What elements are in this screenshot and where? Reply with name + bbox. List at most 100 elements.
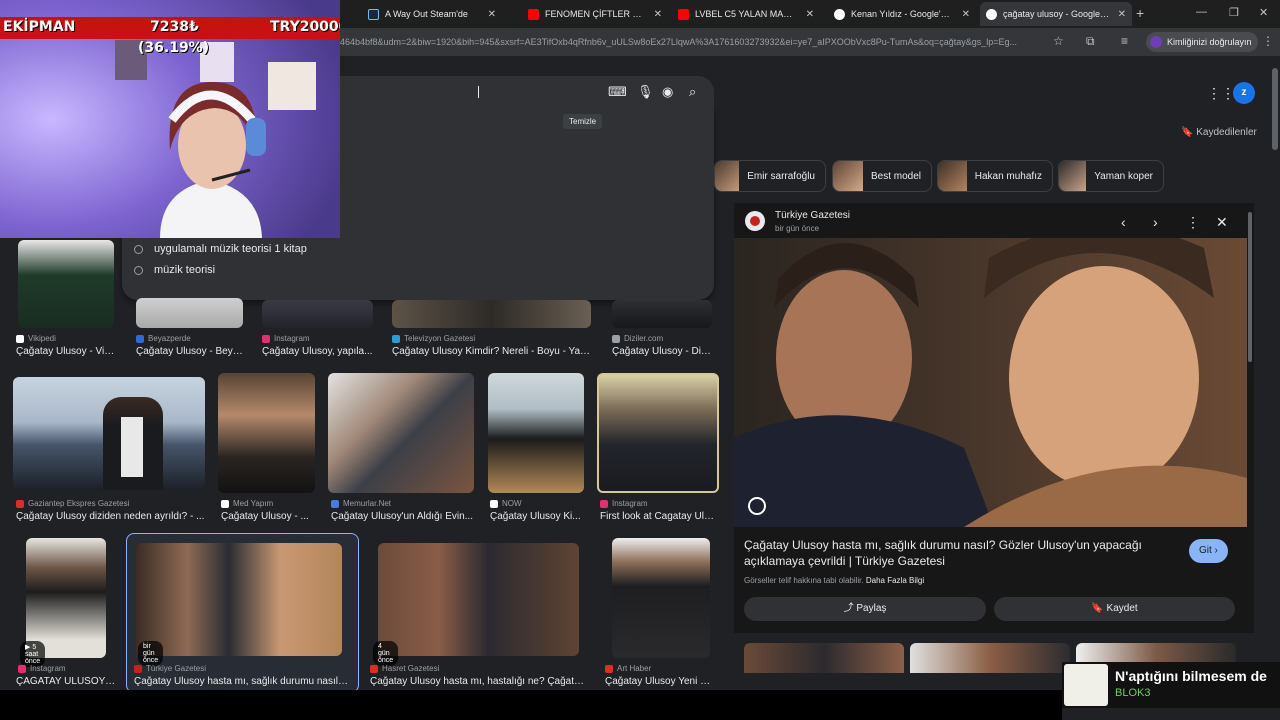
result-title[interactable]: First look at Cagatay Ulu... (600, 511, 716, 522)
result-title[interactable]: Çağatay Ulusoy Ki... (490, 511, 586, 522)
result-image[interactable] (262, 300, 373, 328)
result-source[interactable]: NOW (490, 499, 522, 508)
source-name: Vikipedi (28, 334, 56, 343)
result-image[interactable] (328, 373, 474, 493)
minimize-icon[interactable]: — (1196, 6, 1207, 18)
result-image[interactable] (612, 538, 710, 658)
close-icon[interactable]: ✕ (962, 9, 970, 20)
close-icon[interactable]: ✕ (488, 9, 496, 20)
close-preview-icon[interactable]: ✕ (1216, 214, 1228, 231)
history-icon (134, 265, 143, 275)
result-title[interactable]: Çağatay Ulusoy hasta mı, sağlık durumu n… (134, 676, 349, 687)
save-button[interactable]: 🔖 Kaydet (994, 597, 1235, 621)
result-source[interactable]: Instagram (18, 664, 66, 673)
suggestion-item[interactable]: müzik teorisi (134, 264, 215, 276)
search-icon[interactable]: ⌕ (689, 84, 696, 100)
result-title[interactable]: Çağatay Ulusoy diziden neden ayrıldı? - … (16, 511, 206, 522)
search-input[interactable] (340, 76, 714, 108)
result-image[interactable] (136, 543, 342, 656)
tab-a-way-out[interactable]: A Way Out Steam'de ✕ (362, 2, 502, 26)
result-source[interactable]: Hasret Gazetesi (370, 664, 439, 673)
profile-chip[interactable]: Kimliğinizi doğrulayın (1146, 32, 1258, 52)
result-title[interactable]: Çağatay Ulusoy hasta mı, hastalığı ne? Ç… (370, 676, 588, 687)
saved-link[interactable]: 🔖 Kaydedilenler (1181, 127, 1257, 138)
result-image[interactable] (18, 240, 114, 328)
result-source[interactable]: Televizyon Gazetesi (392, 334, 475, 343)
result-title[interactable]: Çağatay Ulusoy Kimdir? Nereli - Boyu - Y… (392, 346, 594, 357)
menu-icon[interactable]: ⋮ (1262, 34, 1274, 48)
result-source[interactable]: Instagram (600, 499, 648, 508)
keyboard-icon[interactable]: ⌨ (608, 84, 627, 100)
result-image[interactable] (392, 300, 591, 328)
window-close-icon[interactable]: ✕ (1259, 6, 1268, 19)
tab-cagatay-ulusoy[interactable]: çağatay ulusoy - Google'da Ar ✕ (980, 2, 1132, 26)
lens-icon[interactable]: ◉ (662, 84, 673, 100)
result-image[interactable] (26, 538, 106, 658)
result-source[interactable]: Instagram (262, 334, 310, 343)
result-image[interactable] (597, 373, 719, 493)
chip-related-search[interactable]: Emir sarrafoğlu (714, 160, 826, 192)
save-label: Kaydet (1106, 603, 1138, 614)
share-button[interactable]: ⤴ Paylaş (744, 597, 986, 621)
preview-source[interactable]: Türkiye Gazetesi (775, 210, 850, 221)
preview-scrollbar[interactable] (1248, 212, 1252, 362)
chip-related-search[interactable]: Best model (832, 160, 932, 192)
result-title[interactable]: Çağatay Ulusoy - ... (221, 511, 317, 522)
result-image[interactable] (612, 300, 712, 328)
account-avatar[interactable]: z (1233, 82, 1255, 104)
result-image[interactable] (488, 373, 584, 493)
result-source[interactable]: Art Haber (605, 664, 651, 673)
result-title[interactable]: Çağatay Ulusoy'un Aldığı Evin... (331, 511, 476, 522)
bookmark-star-icon[interactable]: ☆ (1053, 34, 1064, 48)
tab-fenomen[interactable]: FENOMEN ÇİFTLER 50.000TL İ ✕ (522, 2, 668, 26)
instagram-icon (18, 664, 26, 673)
visit-button[interactable]: Git › (1189, 539, 1228, 563)
result-source[interactable]: Gaziantep Ekspres Gazetesi (16, 499, 129, 508)
result-image[interactable] (136, 298, 243, 328)
art-haber-icon (605, 664, 613, 673)
result-source[interactable]: Diziler.com (612, 334, 663, 343)
result-source[interactable]: Beyazperde (136, 334, 191, 343)
result-image[interactable] (13, 377, 205, 490)
extensions-icon[interactable]: ⧉ (1086, 34, 1095, 49)
album-art (1064, 664, 1108, 706)
result-title[interactable]: Çağatay Ulusoy - Beya... (136, 346, 246, 357)
more-options-icon[interactable]: ⋮ (1186, 214, 1200, 231)
result-image[interactable] (378, 543, 579, 656)
source-name: Instagram (612, 499, 648, 508)
lens-search-icon[interactable] (748, 497, 766, 515)
result-source[interactable]: Vikipedi (16, 334, 56, 343)
media-control-icon[interactable]: ≡ (1121, 34, 1128, 48)
learn-more-link[interactable]: Daha Fazla Bilgi (866, 576, 924, 585)
result-image[interactable] (218, 373, 315, 493)
page-scrollbar[interactable] (1272, 68, 1278, 150)
result-title[interactable]: ÇAĞATAY ULUSOY ... (16, 676, 116, 687)
chip-related-search[interactable]: Hakan muhafız (937, 160, 1053, 192)
next-icon[interactable]: › (1153, 214, 1158, 230)
preview-image[interactable] (734, 238, 1247, 527)
suggestion-item[interactable]: uygulamalı müzik teorisi 1 kitap (134, 243, 307, 255)
result-title[interactable]: Çağatay Ulusoy Yeni Di... (605, 676, 715, 687)
microphone-icon[interactable]: 🎙 (637, 84, 654, 100)
source-name: Memurlar.Net (343, 499, 392, 508)
close-icon[interactable]: ✕ (654, 9, 662, 20)
address-bar[interactable]: 464b4bf8&udm=2&biw=1920&bih=945&sxsrf=AE… (340, 32, 1070, 52)
result-source[interactable]: Türkiye Gazetesi (134, 664, 206, 673)
chip-thumbnail (1059, 161, 1087, 191)
tab-lvbel[interactable]: LVBEL C5 YALAN MAKİNESİNE ✕ (672, 2, 820, 26)
result-source[interactable]: Memurlar.Net (331, 499, 391, 508)
close-icon[interactable]: ✕ (806, 9, 814, 20)
chip-related-search[interactable]: Yaman koper (1058, 160, 1164, 192)
result-title[interactable]: Çağatay Ulusoy, yapıla... (262, 346, 374, 357)
new-tab-icon[interactable]: + (1136, 5, 1144, 21)
previous-icon[interactable]: ‹ (1121, 214, 1126, 230)
tab-kenan-yildiz[interactable]: Kenan Yıldız - Google'da Ara ✕ (828, 2, 976, 26)
restore-icon[interactable]: ❐ (1229, 6, 1239, 19)
result-title[interactable]: Çağatay Ulusoy - Dizil... (612, 346, 714, 357)
close-icon[interactable]: ✕ (1118, 9, 1126, 20)
preview-title[interactable]: Çağatay Ulusoy hasta mı, sağlık durumu n… (744, 537, 1184, 569)
related-image[interactable] (744, 643, 904, 673)
result-title[interactable]: Çağatay Ulusoy - Vik... (16, 346, 116, 357)
result-source[interactable]: Med Yapım (221, 499, 273, 508)
related-image[interactable] (910, 643, 1070, 673)
